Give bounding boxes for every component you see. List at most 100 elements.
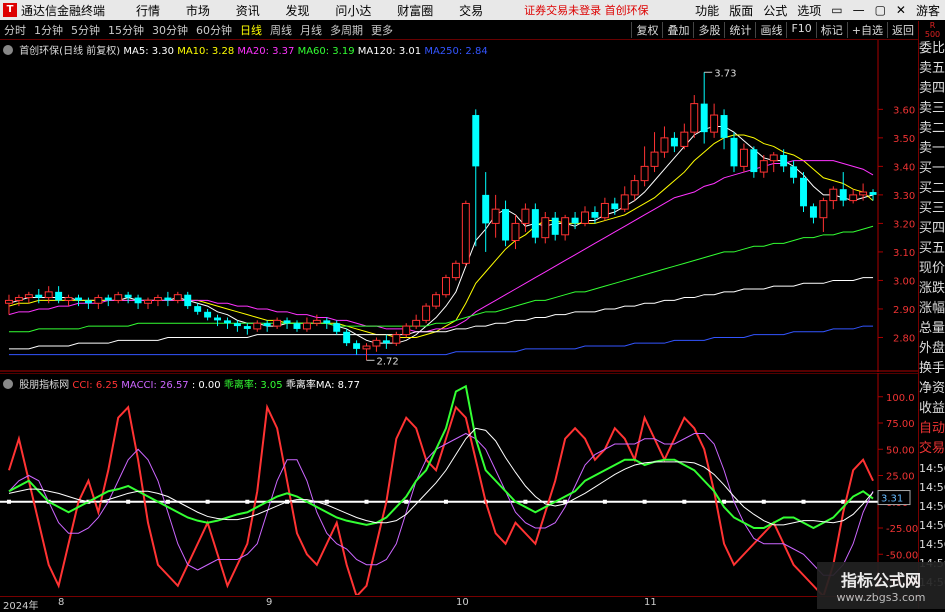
- side-item-7[interactable]: 买二: [919, 179, 945, 199]
- candle-body: [730, 137, 738, 167]
- menu-item-trade[interactable]: 交易: [459, 4, 483, 18]
- login-notice[interactable]: 证券交易未登录 首创环保: [524, 2, 649, 18]
- guest-label[interactable]: 游客: [916, 2, 940, 19]
- side-item-4[interactable]: 卖二: [919, 119, 945, 139]
- side-item-12[interactable]: 涨跌: [919, 279, 945, 299]
- candle-body: [44, 291, 53, 299]
- high-label: 3.73: [714, 68, 736, 79]
- side-item-13[interactable]: 涨幅: [919, 299, 945, 319]
- maximize-icon[interactable]: ▢: [875, 3, 886, 17]
- candle-body: [700, 103, 708, 133]
- side-item-6[interactable]: 买一: [919, 159, 945, 179]
- candle-body: [144, 299, 152, 304]
- r500-tag[interactable]: R 500: [919, 21, 945, 39]
- menu-item-wealth[interactable]: 财富圈: [397, 4, 433, 18]
- side-item-19[interactable]: 自动: [919, 419, 945, 439]
- close-icon[interactable]: ✕: [896, 3, 906, 17]
- candle-body: [739, 148, 748, 167]
- tool-stats-button[interactable]: 统计: [724, 22, 755, 38]
- period-tab-multi[interactable]: 多周期: [330, 22, 363, 38]
- candle-body: [839, 189, 847, 201]
- side-time-2: 14:56: [919, 500, 945, 513]
- candle-body: [422, 305, 431, 321]
- candle-body: [55, 291, 63, 301]
- quote-side-panel: R 500 委比 卖五 卖四 卖三 卖二 卖一 买一 买二 买三 买四 买五 现价 涨跌 涨幅 总量 外盘 换手净…: [918, 21, 945, 609]
- candle-body: [630, 180, 639, 196]
- side-item-15[interactable]: 外盘: [919, 339, 945, 359]
- period-tab-60min[interactable]: 60分钟: [196, 22, 232, 38]
- side-item-14[interactable]: 总量: [919, 319, 945, 339]
- menu-item-news[interactable]: 资讯: [236, 4, 260, 18]
- ma-legend-2: MA20: 3.37: [237, 46, 298, 57]
- candle-body: [263, 323, 271, 327]
- side-item-11[interactable]: 现价: [919, 259, 945, 279]
- tool-overlay-button[interactable]: 叠加: [662, 22, 693, 38]
- period-tab-intraday[interactable]: 分时: [4, 22, 26, 38]
- side-item-20[interactable]: 交易: [919, 439, 945, 459]
- period-tab-weekly[interactable]: 周线: [270, 22, 292, 38]
- candle-body: [432, 294, 441, 307]
- restore-icon[interactable]: ▭: [831, 3, 842, 17]
- menu-item-discover[interactable]: 发现: [286, 4, 310, 18]
- zero-dot: [602, 499, 607, 504]
- indicator-chart[interactable]: 100.075.0050.0025.000.00-25.00-50.00-75.…: [0, 373, 918, 595]
- side-time-3: 14:56: [919, 519, 945, 532]
- candlestick-chart[interactable]: 3.60 3.50 3.40 3.30 3.20 3.10 3.00 2.90 2.80 3.73…: [0, 40, 918, 372]
- app-logo-icon: T: [3, 3, 17, 17]
- sub-tick-label: 25.00: [886, 472, 915, 483]
- side-item-9[interactable]: 买四: [919, 219, 945, 239]
- side-item-1[interactable]: 卖五: [919, 59, 945, 79]
- tool-f10-button[interactable]: F10: [786, 22, 815, 38]
- candle-body: [114, 294, 123, 301]
- ma-legend-4: MA120: 3.01: [357, 46, 425, 57]
- side-item-2[interactable]: 卖四: [919, 79, 945, 99]
- menu-item-formula[interactable]: 公式: [763, 2, 787, 19]
- side-item-17[interactable]: 净资: [919, 379, 945, 399]
- candle-body: [382, 340, 390, 344]
- period-tab-15min[interactable]: 15分钟: [108, 22, 144, 38]
- candle-body: [531, 209, 539, 238]
- low-label: 2.72: [377, 356, 399, 367]
- menu-item-options[interactable]: 选项: [797, 2, 821, 19]
- menu-item-market[interactable]: 市场: [186, 4, 210, 18]
- main-legend: 首创环保(日线 前复权) MA5: 3.30 MA10: 3.28 MA20: …: [3, 42, 488, 57]
- menu-item-quotes[interactable]: 行情: [136, 4, 160, 18]
- candle-body: [670, 137, 678, 147]
- side-item-8[interactable]: 买三: [919, 199, 945, 219]
- period-tab-5min[interactable]: 5分钟: [71, 22, 100, 38]
- price-tick-label: 3.40: [893, 162, 915, 173]
- side-item-0[interactable]: 委比: [919, 39, 945, 59]
- settings-icon[interactable]: [3, 45, 13, 55]
- period-tab-daily[interactable]: 日线: [240, 22, 262, 38]
- period-tab-30min[interactable]: 30分钟: [152, 22, 188, 38]
- tool-mark-button[interactable]: 标记: [815, 22, 847, 38]
- period-tab-1min[interactable]: 1分钟: [34, 22, 63, 38]
- minimize-icon[interactable]: —: [853, 3, 865, 17]
- period-tab-more[interactable]: 更多: [371, 22, 393, 38]
- price-tick-label: 2.90: [893, 305, 915, 316]
- menu-item-ask[interactable]: 问小达: [335, 4, 371, 18]
- candle-body: [273, 319, 282, 327]
- candle-body: [600, 202, 609, 219]
- candle-body: [283, 320, 291, 324]
- tool-multi-stock-button[interactable]: 多股: [693, 22, 724, 38]
- side-item-10[interactable]: 买五: [919, 239, 945, 259]
- candle-body: [333, 323, 341, 332]
- side-item-3[interactable]: 卖三: [919, 99, 945, 119]
- settings-icon[interactable]: [3, 379, 13, 389]
- menu-item-function[interactable]: 功能: [695, 2, 719, 19]
- tool-add-watch-button[interactable]: +自选: [846, 22, 887, 38]
- candle-body: [104, 297, 112, 301]
- side-item-18[interactable]: 收益: [919, 399, 945, 419]
- candle-body: [243, 326, 251, 329]
- side-item-5[interactable]: 卖一: [919, 139, 945, 159]
- tool-draw-button[interactable]: 画线: [755, 22, 786, 38]
- side-time-0: 14:56: [919, 462, 945, 475]
- period-tab-monthly[interactable]: 月线: [300, 22, 322, 38]
- menu-item-layout[interactable]: 版面: [729, 2, 753, 19]
- zero-dot: [682, 499, 687, 504]
- tool-back-button[interactable]: 返回: [887, 22, 918, 38]
- zero-dot: [324, 499, 329, 504]
- side-item-16[interactable]: 换手: [919, 359, 945, 379]
- tool-adjust-button[interactable]: 复权: [631, 22, 662, 38]
